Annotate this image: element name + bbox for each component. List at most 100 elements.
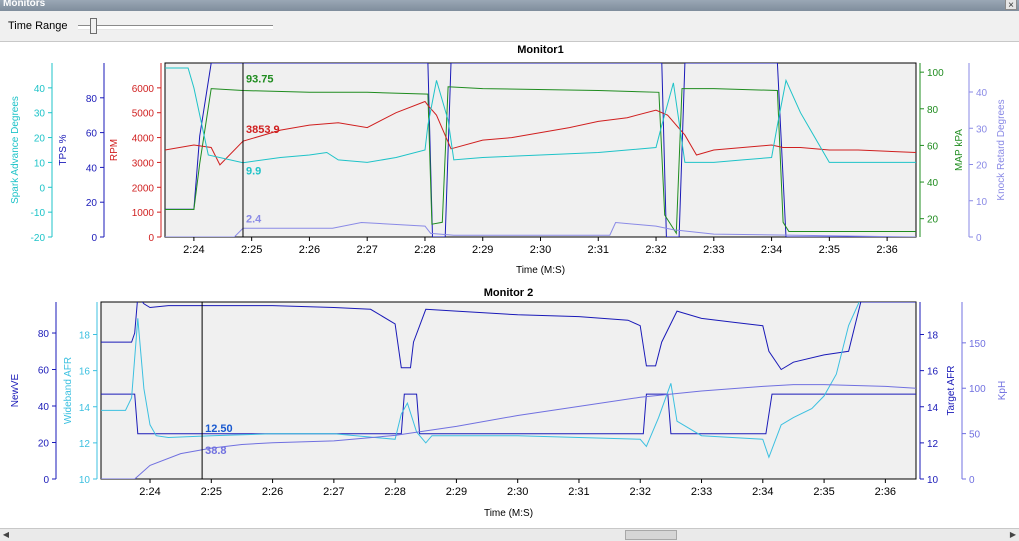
time-range-slider-thumb[interactable] — [89, 18, 97, 34]
kph-tick-label: 0 — [969, 475, 975, 486]
tafr-tick-label: 18 — [927, 331, 939, 342]
cursor-value-label: 3853.9 — [246, 124, 280, 136]
x-tick-label: 2:34 — [761, 244, 782, 256]
scroll-left-icon[interactable]: ◀ — [0, 529, 12, 541]
chart-1: Monitor 2 2:24 2:25 2:26 2:27 2:28 2:29 2:30 2:3… — [10, 287, 1008, 519]
x-tick-label: 2:26 — [299, 244, 320, 256]
newve-tick-label: 80 — [38, 329, 50, 340]
kph-tick-label: 150 — [969, 339, 986, 350]
rpm-tick-label: 1000 — [132, 208, 155, 219]
x-tick-label: 2:33 — [703, 244, 724, 256]
spark-tick-label: -20 — [31, 233, 46, 244]
x-tick-label: 2:28 — [384, 486, 405, 498]
spark-tick-label: 30 — [34, 109, 46, 120]
map-axis-label: MAP kPA — [954, 129, 965, 171]
tafr-tick-label: 12 — [927, 439, 939, 450]
knock-tick-label: 20 — [976, 161, 988, 172]
x-tick-label: 2:32 — [630, 486, 651, 498]
newve-tick-label: 0 — [43, 475, 49, 486]
newve-axis-label: NewVE — [10, 374, 21, 408]
cursor-value-label: 2.4 — [246, 213, 262, 225]
monitors-charts: Monitor1 2:24 2:25 2:26 2:27 2:28 2:29 2:30 2:31… — [10, 44, 1008, 519]
tps-axis-label: TPS % — [58, 134, 69, 165]
x-tick-label: 2:35 — [819, 244, 840, 256]
rpm-tick-label: 2000 — [132, 183, 155, 194]
rpm-tick-label: 3000 — [132, 158, 155, 169]
newve-tick-label: 60 — [38, 366, 50, 377]
x-tick-label: 2:29 — [472, 244, 493, 256]
x-tick-label: 2:29 — [446, 486, 467, 498]
knock-axis-label: Knock Retard Degrees — [996, 99, 1007, 200]
newve-tick-label: 20 — [38, 439, 50, 450]
map-tick-label: 20 — [927, 215, 939, 226]
scroll-right-icon[interactable]: ▶ — [1007, 529, 1019, 541]
map-tick-label: 100 — [927, 68, 944, 79]
x-tick-label: 2:24 — [183, 244, 204, 256]
x-tick-label: 2:28 — [414, 244, 435, 256]
map-tick-label: 60 — [927, 141, 939, 152]
x-tick-label: 2:36 — [875, 486, 896, 498]
close-icon[interactable]: × — [1005, 0, 1017, 11]
tafr-tick-label: 16 — [927, 367, 939, 378]
x-axis-label: Time (M:S) — [516, 265, 565, 276]
tps-tick-label: 80 — [86, 94, 98, 105]
wbafr-tick-label: 16 — [79, 367, 91, 378]
tps-tick-label: 60 — [86, 129, 98, 140]
x-tick-label: 2:27 — [356, 244, 377, 256]
wbafr-axis-label: Wideband AFR — [63, 357, 74, 424]
wbafr-tick-label: 12 — [79, 439, 91, 450]
scroll-thumb[interactable] — [625, 530, 677, 540]
map-tick-label: 80 — [927, 105, 939, 116]
x-tick-label: 2:27 — [323, 486, 344, 498]
tps-tick-label: 0 — [91, 233, 97, 244]
tafr-tick-label: 10 — [927, 475, 939, 486]
x-tick-label: 2:30 — [507, 486, 528, 498]
x-tick-label: 2:25 — [201, 486, 222, 498]
rpm-tick-label: 4000 — [132, 134, 155, 145]
spark-tick-label: 20 — [34, 134, 46, 145]
rpm-tick-label: 6000 — [132, 84, 155, 95]
cursor-value-label: 12.50 — [205, 423, 233, 435]
x-tick-label: 2:35 — [813, 486, 834, 498]
knock-tick-label: 40 — [976, 88, 988, 99]
kph-axis-label: KpH — [997, 381, 1008, 400]
wbafr-tick-label: 10 — [79, 475, 91, 486]
spark-tick-label: 10 — [34, 158, 46, 169]
chart-title: Monitor 2 — [484, 287, 534, 299]
kph-tick-label: 50 — [969, 430, 981, 441]
wbafr-tick-label: 14 — [79, 403, 91, 414]
x-tick-label: 2:34 — [752, 486, 773, 498]
x-tick-label: 2:30 — [530, 244, 551, 256]
spark-tick-label: 0 — [39, 183, 45, 194]
kph-tick-label: 100 — [969, 384, 986, 395]
chart-title: Monitor1 — [517, 44, 563, 56]
rpm-axis-label: RPM — [109, 139, 120, 161]
cursor-value-label: 93.75 — [246, 73, 274, 85]
rpm-tick-label: 5000 — [132, 109, 155, 120]
time-range-label: Time Range — [8, 20, 68, 32]
x-tick-label: 2:31 — [588, 244, 609, 256]
x-tick-label: 2:33 — [691, 486, 712, 498]
x-tick-label: 2:31 — [568, 486, 589, 498]
window-title: Monitors — [3, 0, 46, 9]
knock-tick-label: 0 — [976, 233, 982, 244]
chart-0: Monitor1 2:24 2:25 2:26 2:27 2:28 2:29 2:30 2:31… — [10, 44, 1007, 276]
tps-tick-label: 20 — [86, 198, 98, 209]
knock-tick-label: 30 — [976, 124, 988, 135]
toolbar: Time Range — [0, 11, 1019, 42]
newve-tick-label: 40 — [38, 402, 50, 413]
knock-tick-label: 10 — [976, 197, 988, 208]
cursor-value-label: 9.9 — [246, 166, 261, 178]
time-range-slider-track[interactable] — [78, 25, 273, 30]
horizontal-scrollbar[interactable]: ◀ ▶ — [0, 528, 1019, 541]
map-tick-label: 40 — [927, 178, 939, 189]
x-tick-label: 2:25 — [241, 244, 262, 256]
x-tick-label: 2:36 — [876, 244, 897, 256]
x-tick-label: 2:26 — [262, 486, 283, 498]
cursor-value-label: 38.8 — [205, 445, 226, 457]
wbafr-tick-label: 18 — [79, 331, 91, 342]
x-tick-label: 2:32 — [645, 244, 666, 256]
spark-tick-label: 40 — [34, 84, 46, 95]
x-tick-label: 2:24 — [139, 486, 160, 498]
tafr-axis-label: Target AFR — [946, 365, 957, 415]
